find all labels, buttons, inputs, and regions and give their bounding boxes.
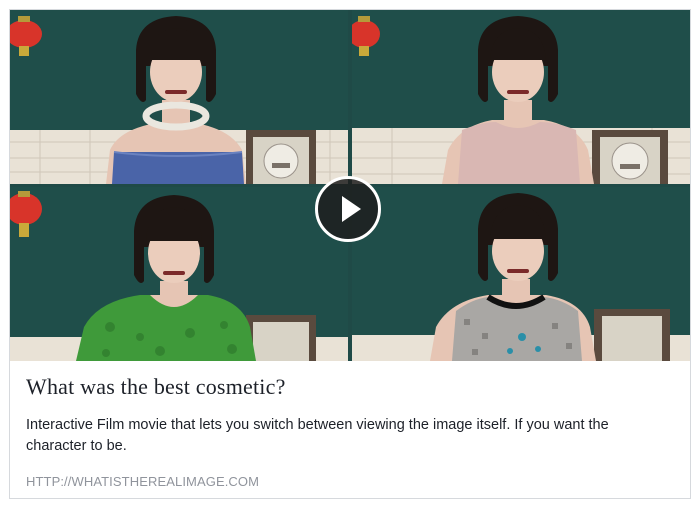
thumbnail-grey-dress: [352, 187, 690, 361]
link-url[interactable]: HTTP://WHATISTHEREALIMAGE.COM: [26, 474, 259, 489]
thumbnail-pink-dress: [352, 10, 690, 184]
video-thumbnail[interactable]: [10, 10, 690, 361]
link-preview-text[interactable]: What was the best cosmetic? Interactive …: [10, 361, 690, 498]
play-icon: [342, 196, 361, 222]
thumbnail-green-dress: [10, 187, 348, 361]
play-button[interactable]: [315, 176, 381, 242]
thumbnail-blue-dress: [10, 10, 348, 184]
link-title[interactable]: What was the best cosmetic?: [26, 374, 286, 400]
link-description: Interactive Film movie that lets you swi…: [26, 417, 609, 454]
link-preview-card[interactable]: What was the best cosmetic? Interactive …: [9, 9, 691, 499]
